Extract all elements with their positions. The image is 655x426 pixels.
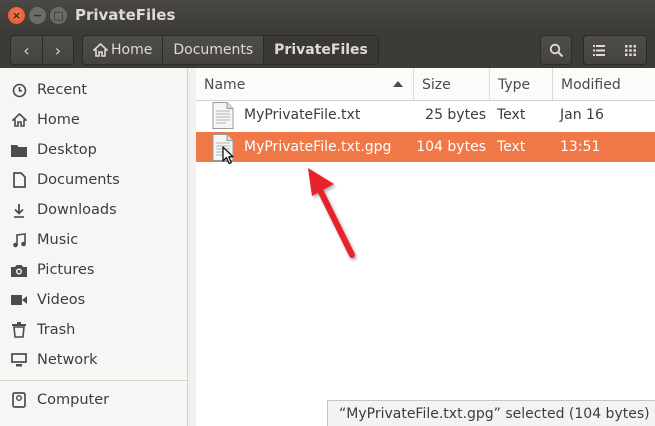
folder-icon <box>10 144 28 157</box>
column-header-name[interactable]: Name <box>196 68 413 101</box>
home-icon <box>93 43 108 57</box>
sidebar-item-label: Trash <box>37 322 76 338</box>
navigation-buttons: ‹ › <box>10 35 74 65</box>
table-row-selected[interactable]: MyPrivateFile.txt.gpg 104 bytes Text 13:… <box>196 132 655 165</box>
mouse-cursor-icon <box>222 146 234 165</box>
sidebar-item-label: Pictures <box>37 262 95 278</box>
sidebar-item-label: Documents <box>37 172 120 188</box>
column-header-row: Name Size Type Modified <box>196 68 655 101</box>
breadcrumb-documents[interactable]: Documents <box>162 36 264 64</box>
file-list: Name Size Type Modified MyPrivateFile.tx… <box>196 68 655 426</box>
trash-icon <box>10 322 28 338</box>
column-header-size[interactable]: Size <box>413 68 489 101</box>
document-icon <box>10 172 28 188</box>
sidebar: Recent Home Desktop Documents Downloads … <box>0 68 188 426</box>
file-size: 25 bytes <box>425 107 486 123</box>
text-file-icon <box>212 102 234 129</box>
file-type: Text <box>497 107 526 123</box>
sidebar-item-label: Network <box>37 352 98 368</box>
sidebar-item-label: Music <box>37 232 79 248</box>
sidebar-item-label: Recent <box>37 82 88 98</box>
breadcrumb-home[interactable]: Home <box>83 36 163 64</box>
table-row[interactable]: MyPrivateFile.txt 25 bytes Text Jan 16 <box>196 100 655 130</box>
column-header-type[interactable]: Type <box>489 68 552 101</box>
sidebar-divider <box>0 380 188 381</box>
sidebar-item-pictures[interactable]: Pictures <box>0 255 188 285</box>
back-button[interactable]: ‹ <box>11 36 42 64</box>
title-bar: × − □ PrivateFiles <box>0 0 655 32</box>
column-header-modified[interactable]: Modified <box>552 68 655 101</box>
close-window-button[interactable]: × <box>8 7 25 24</box>
video-icon <box>10 294 28 306</box>
status-text: “MyPrivateFile.txt.gpg” selected (104 by… <box>339 405 650 422</box>
file-size: 104 bytes <box>416 139 486 155</box>
search-icon <box>549 43 563 57</box>
sidebar-item-videos[interactable]: Videos <box>0 285 188 315</box>
home-icon <box>10 113 28 127</box>
list-view-button[interactable] <box>583 35 615 65</box>
sidebar-item-label: Desktop <box>37 142 97 158</box>
grid-view-icon <box>624 44 636 56</box>
sidebar-item-network[interactable]: Network <box>0 345 188 375</box>
file-modified: Jan 16 <box>560 107 604 123</box>
download-icon <box>10 203 28 218</box>
network-icon <box>10 353 28 367</box>
file-type: Text <box>497 139 526 155</box>
grid-view-button[interactable] <box>614 35 647 65</box>
sidebar-item-computer[interactable]: Computer <box>0 385 188 415</box>
file-modified: 13:51 <box>560 139 601 155</box>
chevron-left-icon: ‹ <box>23 40 30 60</box>
sidebar-item-label: Downloads <box>37 202 117 218</box>
sidebar-item-music[interactable]: Music <box>0 225 188 255</box>
file-name: MyPrivateFile.txt <box>244 107 361 123</box>
breadcrumb-privatefiles[interactable]: PrivateFiles <box>263 36 378 64</box>
list-view-icon <box>593 44 605 56</box>
minimize-window-button[interactable]: − <box>29 7 46 24</box>
sidebar-item-home[interactable]: Home <box>0 105 188 135</box>
sidebar-item-trash[interactable]: Trash <box>0 315 188 345</box>
clock-icon <box>10 83 28 98</box>
sidebar-item-documents[interactable]: Documents <box>0 165 188 195</box>
window-title: PrivateFiles <box>75 6 176 24</box>
sidebar-item-label: Home <box>37 112 80 128</box>
status-bar: “MyPrivateFile.txt.gpg” selected (104 by… <box>327 400 655 426</box>
camera-icon <box>10 264 28 277</box>
toolbar: ‹ › Home Documents PrivateFiles <box>0 32 655 68</box>
sidebar-item-label: Computer <box>37 392 110 408</box>
forward-button[interactable]: › <box>42 36 73 64</box>
file-name: MyPrivateFile.txt.gpg <box>244 139 392 155</box>
annotation-arrow-icon <box>308 168 355 258</box>
sidebar-item-label: Videos <box>37 292 86 308</box>
sidebar-item-desktop[interactable]: Desktop <box>0 135 188 165</box>
breadcrumb: Home Documents PrivateFiles <box>82 35 379 65</box>
sidebar-item-recent[interactable]: Recent <box>0 75 188 105</box>
search-button[interactable] <box>540 35 572 65</box>
sort-ascending-icon <box>393 81 403 87</box>
computer-icon <box>10 392 28 408</box>
music-icon <box>10 232 28 248</box>
maximize-window-button[interactable]: □ <box>50 7 67 24</box>
chevron-right-icon: › <box>54 40 62 60</box>
sidebar-item-downloads[interactable]: Downloads <box>0 195 188 225</box>
